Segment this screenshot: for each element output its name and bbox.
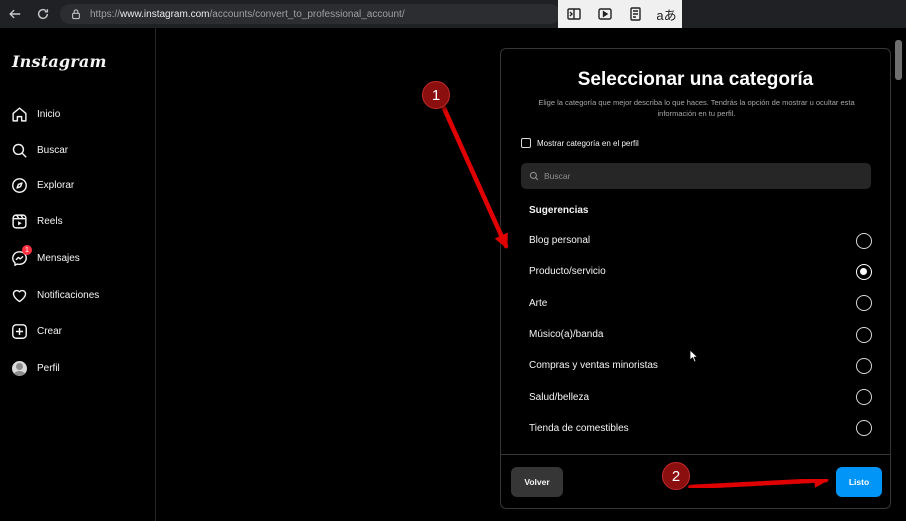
- category-label: Salud/belleza: [529, 391, 590, 403]
- url-path: /accounts/convert_to_professional_accoun…: [209, 8, 405, 20]
- sidebar-item-perfil[interactable]: Perfil: [10, 354, 150, 382]
- page-scrollbar[interactable]: [892, 28, 906, 521]
- category-radio[interactable]: [856, 357, 872, 374]
- category-radio[interactable]: [856, 389, 872, 406]
- category-option-blog-personal[interactable]: Blog personal: [521, 225, 876, 256]
- annotation-arrow-1: [440, 103, 509, 249]
- category-option-producto-servicio[interactable]: Producto/servicio: [521, 256, 876, 287]
- sidebar-item-explorar[interactable]: Explorar: [10, 171, 150, 199]
- sidebar-item-label: Notificaciones: [37, 289, 100, 301]
- category-option-tienda-comestibles[interactable]: Tienda de comestibles: [521, 413, 876, 444]
- scrollbar-thumb[interactable]: [895, 40, 902, 80]
- category-label: Producto/servicio: [529, 266, 606, 278]
- sidebar-item-reels[interactable]: Reels: [10, 207, 150, 235]
- unread-badge: 1: [22, 245, 32, 255]
- category-radio[interactable]: [856, 232, 872, 249]
- category-radio-selected[interactable]: [856, 263, 872, 280]
- search-icon: [10, 141, 28, 159]
- sidebar-item-label: Explorar: [37, 179, 75, 191]
- modal-footer: Volver Listo: [501, 454, 890, 508]
- category-label: Músico(a)/banda: [529, 329, 604, 341]
- category-option-musico-banda[interactable]: Músico(a)/banda: [521, 319, 876, 350]
- reels-icon: [10, 212, 28, 230]
- messenger-icon: 1: [10, 245, 32, 267]
- avatar-wrapper: [10, 359, 28, 377]
- notes-ai-icon[interactable]: [620, 0, 651, 28]
- reload-icon[interactable]: [32, 3, 54, 25]
- heart-icon: [10, 286, 28, 304]
- browser-extension-tools: aあ: [558, 0, 682, 28]
- sidebar-item-mensajes[interactable]: 1 Mensajes: [10, 244, 150, 272]
- sidebar-item-label: Perfil: [37, 362, 60, 374]
- search-icon: [529, 171, 539, 181]
- category-search-input[interactable]: [544, 171, 844, 181]
- category-option-arte[interactable]: Arte: [521, 288, 876, 319]
- done-button[interactable]: Listo: [836, 467, 882, 497]
- category-label: Blog personal: [529, 235, 591, 247]
- category-option-salud-belleza[interactable]: Salud/belleza: [521, 381, 876, 412]
- sidebar-item-label: Crear: [37, 325, 63, 337]
- sidebar-item-label: Reels: [37, 215, 63, 227]
- category-modal: Seleccionar una categoría Elige la categ…: [500, 48, 891, 509]
- sidebar-item-label: Mensajes: [37, 252, 80, 264]
- translate-icon[interactable]: aあ: [651, 0, 682, 28]
- suggestions-heading: Sugerencias: [529, 205, 589, 216]
- sidebar: Instagram Inicio Buscar Explorar Reels 1…: [0, 28, 156, 521]
- browser-toolbar: https://www.instagram.com/accounts/conve…: [0, 0, 906, 28]
- url-prefix: https://: [90, 8, 121, 20]
- instagram-logo[interactable]: Instagram: [12, 52, 107, 71]
- category-label: Arte: [529, 297, 548, 309]
- modal-subtitle: Elige la categoría que mejor describa lo…: [538, 98, 855, 118]
- show-category-checkbox-row[interactable]: Mostrar categoría en el perfil: [521, 137, 639, 149]
- modal-title: Seleccionar una categoría: [577, 69, 814, 90]
- address-bar[interactable]: https://www.instagram.com/accounts/conve…: [60, 4, 560, 24]
- sidebar-item-buscar[interactable]: Buscar: [10, 136, 150, 164]
- category-label: Tienda de comestibles: [529, 422, 629, 434]
- home-icon: [10, 105, 28, 123]
- category-radio[interactable]: [856, 326, 872, 343]
- avatar: [11, 360, 27, 376]
- category-list: Blog personal Producto/servicio Arte Mús…: [521, 225, 876, 444]
- step-1-badge: 1: [422, 81, 450, 109]
- sidebar-item-crear[interactable]: Crear: [10, 317, 150, 345]
- url-domain: www.instagram.com: [120, 8, 210, 20]
- mouse-cursor-icon: [689, 349, 698, 363]
- category-radio[interactable]: [856, 420, 872, 437]
- sidebar-item-label: Inicio: [37, 108, 61, 120]
- split-screen-icon[interactable]: [558, 0, 589, 28]
- back-arrow-icon[interactable]: [4, 3, 26, 25]
- category-label: Compras y ventas minoristas: [529, 360, 658, 372]
- category-search-box[interactable]: [521, 163, 871, 189]
- compass-icon: [10, 176, 28, 194]
- category-radio[interactable]: [856, 295, 872, 312]
- sidebar-item-notificaciones[interactable]: Notificaciones: [10, 281, 150, 309]
- step-2-badge: 2: [662, 462, 690, 490]
- sidebar-item-label: Buscar: [37, 144, 69, 156]
- lock-icon: [72, 9, 80, 20]
- sidebar-item-inicio[interactable]: Inicio: [10, 100, 150, 128]
- checkbox-label: Mostrar categoría en el perfil: [537, 138, 639, 148]
- show-category-checkbox[interactable]: [521, 138, 531, 148]
- plus-square-icon: [10, 322, 28, 340]
- back-button[interactable]: Volver: [511, 467, 563, 497]
- media-play-icon[interactable]: [589, 0, 620, 28]
